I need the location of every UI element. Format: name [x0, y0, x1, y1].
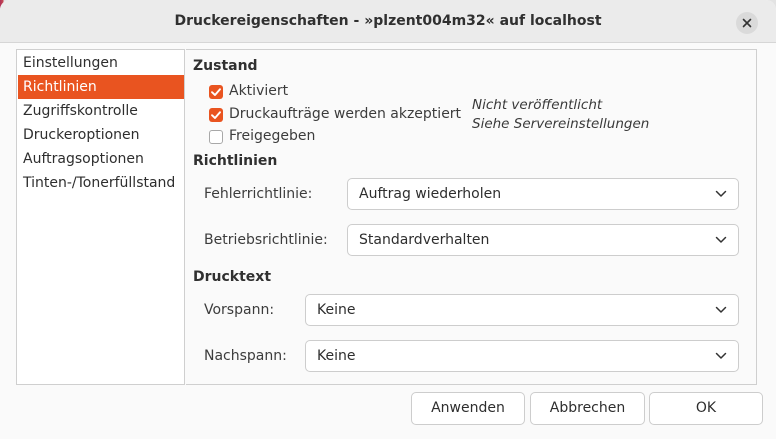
window-title: Druckereigenschaften - »plzent004m32« au…: [174, 13, 602, 29]
ok-button[interactable]: OK: [649, 392, 763, 425]
chevron-down-icon: [715, 352, 727, 359]
not-published-note: Nicht veröffentlicht: [472, 97, 603, 113]
chevron-down-icon: [715, 306, 727, 313]
error-policy-label: Fehlerrichtlinie:: [204, 186, 313, 202]
enabled-checkbox[interactable]: [209, 85, 223, 99]
sidebar: Einstellungen Richtlinien Zugriffskontro…: [16, 49, 185, 385]
shared-checkbox[interactable]: [209, 130, 223, 144]
end-banner-value: Keine: [317, 348, 356, 364]
policies-panel: Zustand Aktiviert Druckaufträge werden a…: [186, 49, 757, 385]
error-policy-dropdown[interactable]: Auftrag wiederholen: [347, 178, 739, 210]
printer-properties-dialog: Druckereigenschaften - »plzent004m32« au…: [0, 0, 776, 439]
server-settings-note: Siehe Servereinstellungen: [472, 116, 650, 132]
cancel-button[interactable]: Abbrechen: [530, 392, 645, 425]
checkmark-icon: [211, 88, 221, 96]
accepting-jobs-label[interactable]: Druckaufträge werden akzeptiert: [229, 106, 461, 122]
operation-policy-value: Standardverhalten: [359, 232, 490, 248]
title-bar: Druckereigenschaften - »plzent004m32« au…: [0, 0, 776, 43]
error-policy-value: Auftrag wiederholen: [359, 186, 502, 202]
chevron-down-icon: [715, 190, 727, 197]
chevron-down-icon: [715, 236, 727, 243]
banner-heading: Drucktext: [193, 269, 272, 285]
end-banner-dropdown[interactable]: Keine: [305, 340, 739, 372]
apply-button[interactable]: Anwenden: [411, 392, 525, 425]
start-banner-dropdown[interactable]: Keine: [305, 294, 739, 326]
enabled-label[interactable]: Aktiviert: [229, 83, 288, 99]
sidebar-item-druckeroptionen[interactable]: Druckeroptionen: [18, 123, 184, 147]
state-heading: Zustand: [193, 58, 258, 74]
sidebar-item-zugriffskontrolle[interactable]: Zugriffskontrolle: [18, 99, 184, 123]
close-button[interactable]: [736, 12, 758, 34]
operation-policy-dropdown[interactable]: Standardverhalten: [347, 224, 739, 256]
operation-policy-label: Betriebsrichtlinie:: [204, 232, 328, 248]
start-banner-label: Vorspann:: [204, 302, 275, 318]
sidebar-item-richtlinien[interactable]: Richtlinien: [18, 75, 184, 99]
shared-label[interactable]: Freigegeben: [229, 128, 315, 144]
sidebar-item-tonerfuellstand[interactable]: Tinten-/Tonerfüllstand: [18, 171, 184, 195]
end-banner-label: Nachspann:: [204, 348, 287, 364]
close-icon: [742, 18, 752, 28]
sidebar-item-auftragsoptionen[interactable]: Auftragsoptionen: [18, 147, 184, 171]
accepting-jobs-checkbox[interactable]: [209, 108, 223, 122]
start-banner-value: Keine: [317, 302, 356, 318]
policies-heading: Richtlinien: [193, 153, 278, 169]
checkmark-icon: [211, 111, 221, 119]
sidebar-item-einstellungen[interactable]: Einstellungen: [18, 51, 184, 75]
